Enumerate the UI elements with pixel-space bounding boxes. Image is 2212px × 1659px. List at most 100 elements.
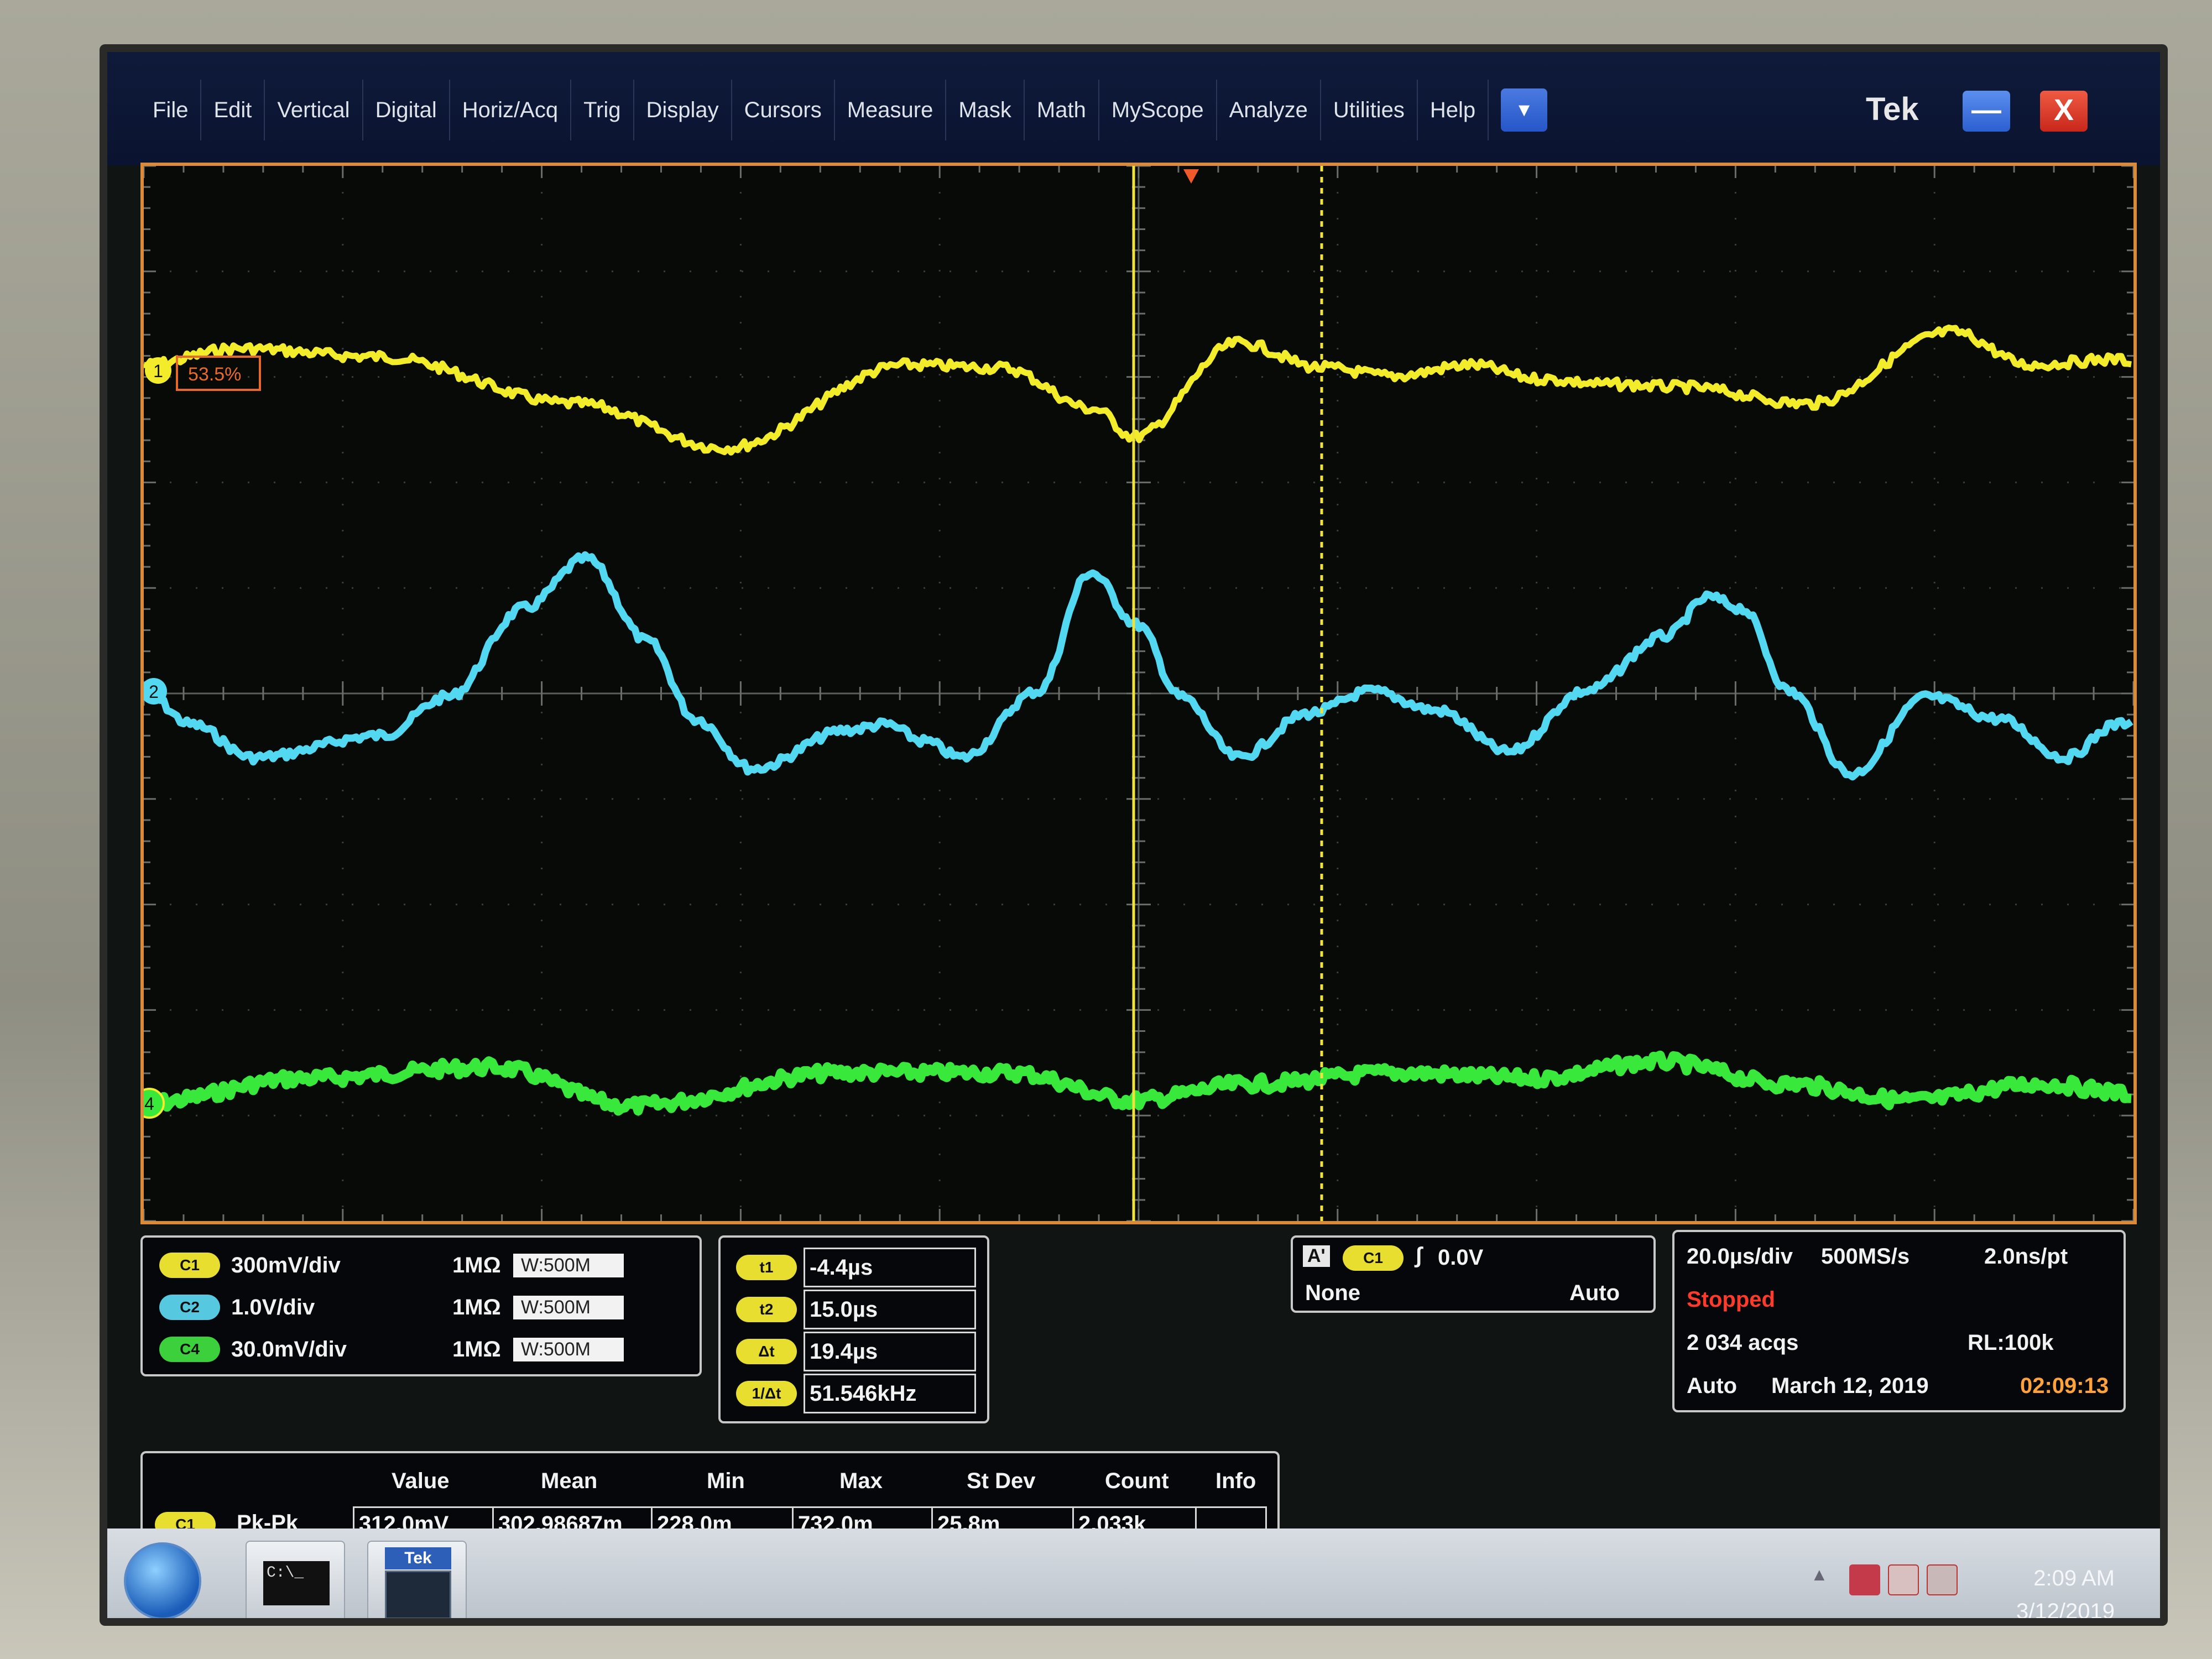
taskbar-tek-scope-app[interactable]: Tek xyxy=(367,1541,467,1618)
channel-4-scale: 30.0mV/div xyxy=(231,1337,347,1361)
trigger-panel[interactable]: A' C1 ∫ 0.0V None Auto xyxy=(1291,1235,1656,1313)
menu-bar: File Edit Vertical Digital Horiz/Acq Tri… xyxy=(107,52,2160,165)
measurement-header-count: Count xyxy=(1105,1469,1169,1493)
trigger-level: 0.0V xyxy=(1438,1245,1484,1270)
close-button[interactable]: X xyxy=(2040,91,2088,132)
cursor-t1-badge[interactable]: t1 xyxy=(736,1255,797,1280)
channel-1-ground-marker: 1 xyxy=(145,357,171,384)
cursor-readout-panel[interactable]: t1 -4.4µs t2 15.0µs Δt 19.4µs 1/Δt 51.54… xyxy=(718,1235,989,1423)
graticule-svg: 1 2 4 53.5% xyxy=(144,166,2133,1221)
channel-1-badge[interactable]: C1 xyxy=(159,1253,220,1278)
cursor-frequency-row[interactable]: 1/Δt 51.546kHz xyxy=(736,1374,976,1413)
channel-2-marker-label: 2 xyxy=(149,682,159,702)
menu-help[interactable]: Help xyxy=(1418,80,1489,140)
main-menu: File Edit Vertical Digital Horiz/Acq Tri… xyxy=(140,80,1548,140)
waveform-display[interactable]: 1 2 4 53.5% xyxy=(140,163,2137,1224)
channel-1-impedance: 1MΩ xyxy=(452,1253,501,1277)
tek-app-icon xyxy=(385,1571,451,1618)
channel-4-impedance: 1MΩ xyxy=(452,1337,501,1361)
trigger-sweep-mode: Auto xyxy=(1569,1281,1620,1305)
acquisition-state: Stopped xyxy=(1687,1287,1775,1312)
minimize-button[interactable]: — xyxy=(1963,91,2010,132)
measurement-header-info: Info xyxy=(1215,1469,1256,1493)
cursor-t2-badge[interactable]: t2 xyxy=(736,1297,797,1322)
tray-device-icon[interactable] xyxy=(1888,1564,1919,1595)
menu-horiz-acq[interactable]: Horiz/Acq xyxy=(450,80,572,140)
tray-network-icon[interactable] xyxy=(1927,1564,1958,1595)
taskbar-clock[interactable]: 2:09 AM 3/12/2019 xyxy=(2016,1562,2115,1624)
menu-analyze[interactable]: Analyze xyxy=(1217,80,1321,140)
channel-1-trace xyxy=(144,324,2132,456)
trigger-slope-icon: ∫ xyxy=(1416,1243,1422,1267)
cursor-t1-value: -4.4µs xyxy=(804,1248,976,1287)
start-button[interactable] xyxy=(124,1542,201,1618)
channel-4-badge[interactable]: C4 xyxy=(159,1337,220,1362)
menu-dropdown-button[interactable]: ▼ xyxy=(1501,88,1548,132)
clock-date: 3/12/2019 xyxy=(2016,1599,2115,1624)
channel-2-scale: 1.0V/div xyxy=(231,1295,315,1319)
menu-file[interactable]: File xyxy=(140,80,202,140)
menu-myscope[interactable]: MyScope xyxy=(1099,80,1217,140)
menu-trig[interactable]: Trig xyxy=(571,80,634,140)
menu-measure[interactable]: Measure xyxy=(835,80,947,140)
trigger-coupling: None xyxy=(1305,1281,1360,1305)
time-resolution: 2.0ns/pt xyxy=(1984,1244,2068,1269)
channel-1-settings[interactable]: C1 300mV/div 1MΩ W:500M xyxy=(159,1250,624,1281)
oscilloscope-screen: File Edit Vertical Digital Horiz/Acq Tri… xyxy=(100,44,2168,1626)
menu-mask[interactable]: Mask xyxy=(946,80,1025,140)
cursor-frequency-badge[interactable]: 1/Δt xyxy=(736,1381,797,1406)
menu-vertical[interactable]: Vertical xyxy=(265,80,363,140)
cursor-t1-row[interactable]: t1 -4.4µs xyxy=(736,1248,976,1287)
trigger-mode-tag: A' xyxy=(1303,1245,1330,1267)
trigger-position-marker xyxy=(1183,169,1199,184)
cursor-delta-row[interactable]: Δt 19.4µs xyxy=(736,1332,976,1371)
measurement-header-stdev: St Dev xyxy=(967,1469,1036,1493)
timebase-scale: 20.0µs/div xyxy=(1687,1244,1793,1269)
sample-rate: 500MS/s xyxy=(1821,1244,1910,1269)
cursor-delta-value: 19.4µs xyxy=(804,1332,976,1371)
acquisition-panel[interactable]: 20.0µs/div 500MS/s 2.0ns/pt Stopped 2 03… xyxy=(1672,1230,2126,1412)
channel-4-ground-marker: 4 xyxy=(144,1088,165,1119)
menu-digital[interactable]: Digital xyxy=(363,80,450,140)
menu-utilities[interactable]: Utilities xyxy=(1321,80,1418,140)
cursor-t2-value: 15.0µs xyxy=(804,1290,976,1329)
cursor-delta-badge[interactable]: Δt xyxy=(736,1339,797,1364)
channel-4-trace xyxy=(144,1050,2133,1116)
channel-1-scale: 300mV/div xyxy=(231,1253,341,1277)
channel-2-badge[interactable]: C2 xyxy=(159,1295,220,1320)
windows-taskbar: C:\_ Tek ▲ 2:09 AM 3/12/2019 xyxy=(107,1528,2160,1618)
menu-display[interactable]: Display xyxy=(634,80,732,140)
channel-2-impedance: 1MΩ xyxy=(452,1295,501,1319)
channel-2-bandwidth: W:500M xyxy=(513,1295,624,1319)
channel-1-marker-label: 1 xyxy=(153,361,163,381)
measurement-header-max: Max xyxy=(839,1469,883,1493)
menu-edit[interactable]: Edit xyxy=(201,80,265,140)
tray-lxi-icon[interactable] xyxy=(1849,1564,1880,1595)
channel-1-offset-label: 53.5% xyxy=(188,364,241,385)
acquisition-mode: Auto xyxy=(1687,1374,1738,1398)
trigger-source-badge[interactable]: C1 xyxy=(1343,1245,1404,1271)
channel-1-bandwidth: W:500M xyxy=(513,1253,624,1277)
vertical-settings-panel[interactable]: C1 300mV/div 1MΩ W:500M C2 1.0V/div 1MΩ … xyxy=(140,1235,702,1376)
command-prompt-icon: C:\_ xyxy=(263,1561,330,1605)
clock-time: 2:09 AM xyxy=(2033,1566,2115,1590)
measurement-header-mean: Mean xyxy=(541,1469,598,1493)
tek-brand-logo: Tek xyxy=(1866,91,1919,127)
acquisition-time: 02:09:13 xyxy=(2020,1374,2109,1398)
channel-4-bandwidth: W:500M xyxy=(513,1337,624,1361)
measurement-header-min: Min xyxy=(707,1469,745,1493)
channel-2-settings[interactable]: C2 1.0V/div 1MΩ W:500M xyxy=(159,1292,624,1323)
menu-cursors[interactable]: Cursors xyxy=(732,80,835,140)
tek-app-icon-label: Tek xyxy=(385,1547,451,1569)
measurement-header-value: Value xyxy=(392,1469,450,1493)
acquisition-count: 2 034 acqs xyxy=(1687,1331,1799,1355)
system-tray: ▲ 2:09 AM 3/12/2019 xyxy=(1811,1551,2142,1618)
cursor-frequency-value: 51.546kHz xyxy=(804,1374,976,1413)
menu-math[interactable]: Math xyxy=(1025,80,1099,140)
taskbar-command-prompt[interactable]: C:\_ xyxy=(246,1541,345,1618)
channel-4-marker-label: 4 xyxy=(144,1094,154,1114)
channel-4-settings[interactable]: C4 30.0mV/div 1MΩ W:500M xyxy=(159,1334,624,1365)
tray-expand-icon[interactable]: ▲ xyxy=(1811,1564,1833,1595)
cursor-t2-row[interactable]: t2 15.0µs xyxy=(736,1290,976,1329)
acquisition-date: March 12, 2019 xyxy=(1771,1374,1929,1398)
